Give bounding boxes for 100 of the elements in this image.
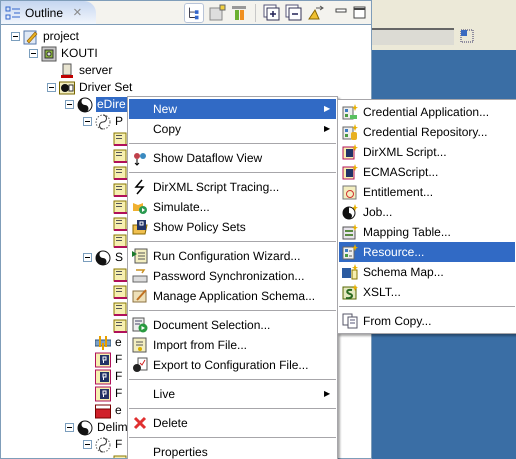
policy-icon <box>113 164 129 180</box>
tree-item[interactable]: Driver Set <box>78 80 134 95</box>
collapse-toggle-icon[interactable] <box>11 32 20 41</box>
policy-icon <box>113 232 129 248</box>
tree-item[interactable]: P <box>114 114 124 129</box>
policy-icon <box>113 216 129 232</box>
policy-folder-icon <box>132 219 148 235</box>
credential-repository-icon <box>342 124 358 140</box>
menu-item[interactable]: Credential Repository... <box>339 122 515 142</box>
policy-icon <box>113 130 129 146</box>
document-play-icon <box>132 317 148 333</box>
filter-icon <box>95 334 111 350</box>
policy-icon <box>113 182 129 198</box>
menu-item[interactable]: Schema Map... <box>339 262 515 282</box>
view-title: Outline <box>25 4 64 22</box>
import-file-icon <box>132 337 148 353</box>
expand-all-icon[interactable] <box>263 4 281 22</box>
maximize-icon[interactable] <box>353 6 367 20</box>
dotted-yin-yang-icon <box>95 436 111 452</box>
yin-yang-icon <box>77 96 93 112</box>
submenu-arrow-icon: ▶ <box>324 388 330 400</box>
menu-item[interactable]: Live ▶ <box>129 384 336 404</box>
collapse-toggle-icon[interactable] <box>83 440 92 449</box>
menu-item[interactable]: Export to Configuration File... <box>129 355 336 375</box>
collapse-toggle-icon[interactable] <box>83 253 92 262</box>
policy-icon <box>113 318 129 334</box>
table-icon[interactable] <box>208 4 226 22</box>
menu-item[interactable]: Entitlement... <box>339 182 515 202</box>
script-document-icon <box>342 164 358 180</box>
menu-item[interactable]: Credential Application... <box>339 102 515 122</box>
collapse-toggle-icon[interactable] <box>65 423 74 432</box>
password-sync-icon <box>132 268 148 284</box>
menu-item[interactable]: New ▶ <box>129 99 336 119</box>
vault-icon <box>41 46 57 62</box>
tree-item[interactable]: F <box>114 386 124 401</box>
menu-item[interactable]: Resource... <box>339 242 515 262</box>
menu-item[interactable]: Properties <box>129 442 336 459</box>
submenu-arrow-icon: ▶ <box>324 123 330 135</box>
submenu-arrow-icon: ▶ <box>324 103 330 115</box>
xslt-icon <box>342 284 358 300</box>
close-icon <box>132 415 148 431</box>
menu-item[interactable]: Mapping Table... <box>339 222 515 242</box>
policy-icon <box>113 284 129 300</box>
view-tab[interactable]: Outline × <box>1 1 96 24</box>
policy-document-icon <box>95 368 111 384</box>
tree-item[interactable]: e <box>114 335 123 350</box>
policy-icon <box>113 300 129 316</box>
tree-item[interactable]: project <box>42 29 80 44</box>
tree-item[interactable]: server <box>78 63 114 78</box>
policy-document-icon <box>95 386 111 402</box>
menu-item[interactable]: Document Selection... <box>129 315 336 335</box>
script-document-icon <box>342 144 358 160</box>
document-pencil-icon <box>23 28 39 44</box>
tree-item[interactable]: eDire <box>96 97 127 112</box>
export-file-icon <box>132 357 148 373</box>
menu-item[interactable]: DirXML Script... <box>339 142 515 162</box>
restore-icon[interactable] <box>460 29 474 43</box>
tree-item[interactable]: F <box>114 369 124 384</box>
mapping-table-icon <box>342 224 358 240</box>
menu-item[interactable]: Manage Application Schema... <box>129 286 336 306</box>
menu-item[interactable]: Password Synchronization... <box>129 266 336 286</box>
menu-item[interactable]: Run Configuration Wizard... <box>129 246 336 266</box>
tree-item[interactable]: F <box>114 437 124 452</box>
dotted-yin-yang-icon <box>95 114 111 130</box>
menu-item[interactable]: Simulate... <box>129 197 336 217</box>
collapse-toggle-icon[interactable] <box>65 100 74 109</box>
filter-bars-icon[interactable] <box>230 4 248 22</box>
menu-item[interactable]: Delete <box>129 413 336 433</box>
tree-item[interactable]: Delim <box>96 420 129 435</box>
menu-item[interactable]: Job... <box>339 202 515 222</box>
policy-icon <box>113 148 129 164</box>
yin-yang-icon <box>77 420 93 436</box>
tree-item[interactable]: e <box>114 403 123 418</box>
menu-item[interactable]: DirXML Script Tracing... <box>129 177 336 197</box>
menu-item[interactable]: From Copy... <box>339 311 515 331</box>
policy-icon <box>113 198 129 214</box>
menu-item[interactable]: Copy ▶ <box>129 119 336 139</box>
collapse-toggle-icon[interactable] <box>29 49 38 58</box>
collapse-toggle-icon[interactable] <box>47 83 56 92</box>
collapse-toggle-icon[interactable] <box>83 117 92 126</box>
dataflow-icon <box>132 150 148 166</box>
resource-icon <box>342 244 358 260</box>
hierarchy-icon[interactable] <box>184 2 204 22</box>
menu-item[interactable]: Show Dataflow View <box>129 148 336 168</box>
menu-item[interactable]: XSLT... <box>339 282 515 302</box>
server-icon <box>59 62 75 78</box>
schema-icon <box>95 402 111 418</box>
tree-item[interactable]: S <box>114 250 124 265</box>
schema-map-icon <box>342 264 358 280</box>
menu-item[interactable]: Import from File... <box>129 335 336 355</box>
policy-icon <box>113 266 129 282</box>
yin-yang-icon <box>342 204 358 220</box>
wizard-icon <box>132 248 148 264</box>
collapse-all-icon[interactable] <box>285 4 303 22</box>
tree-item[interactable]: KOUTI <box>60 46 99 61</box>
menu-item[interactable]: Show Policy Sets <box>129 217 336 237</box>
driver-set-icon <box>59 80 75 96</box>
tree-item[interactable]: F <box>114 352 124 367</box>
menu-item[interactable]: ECMAScript... <box>339 162 515 182</box>
yin-yang-icon <box>95 250 111 266</box>
